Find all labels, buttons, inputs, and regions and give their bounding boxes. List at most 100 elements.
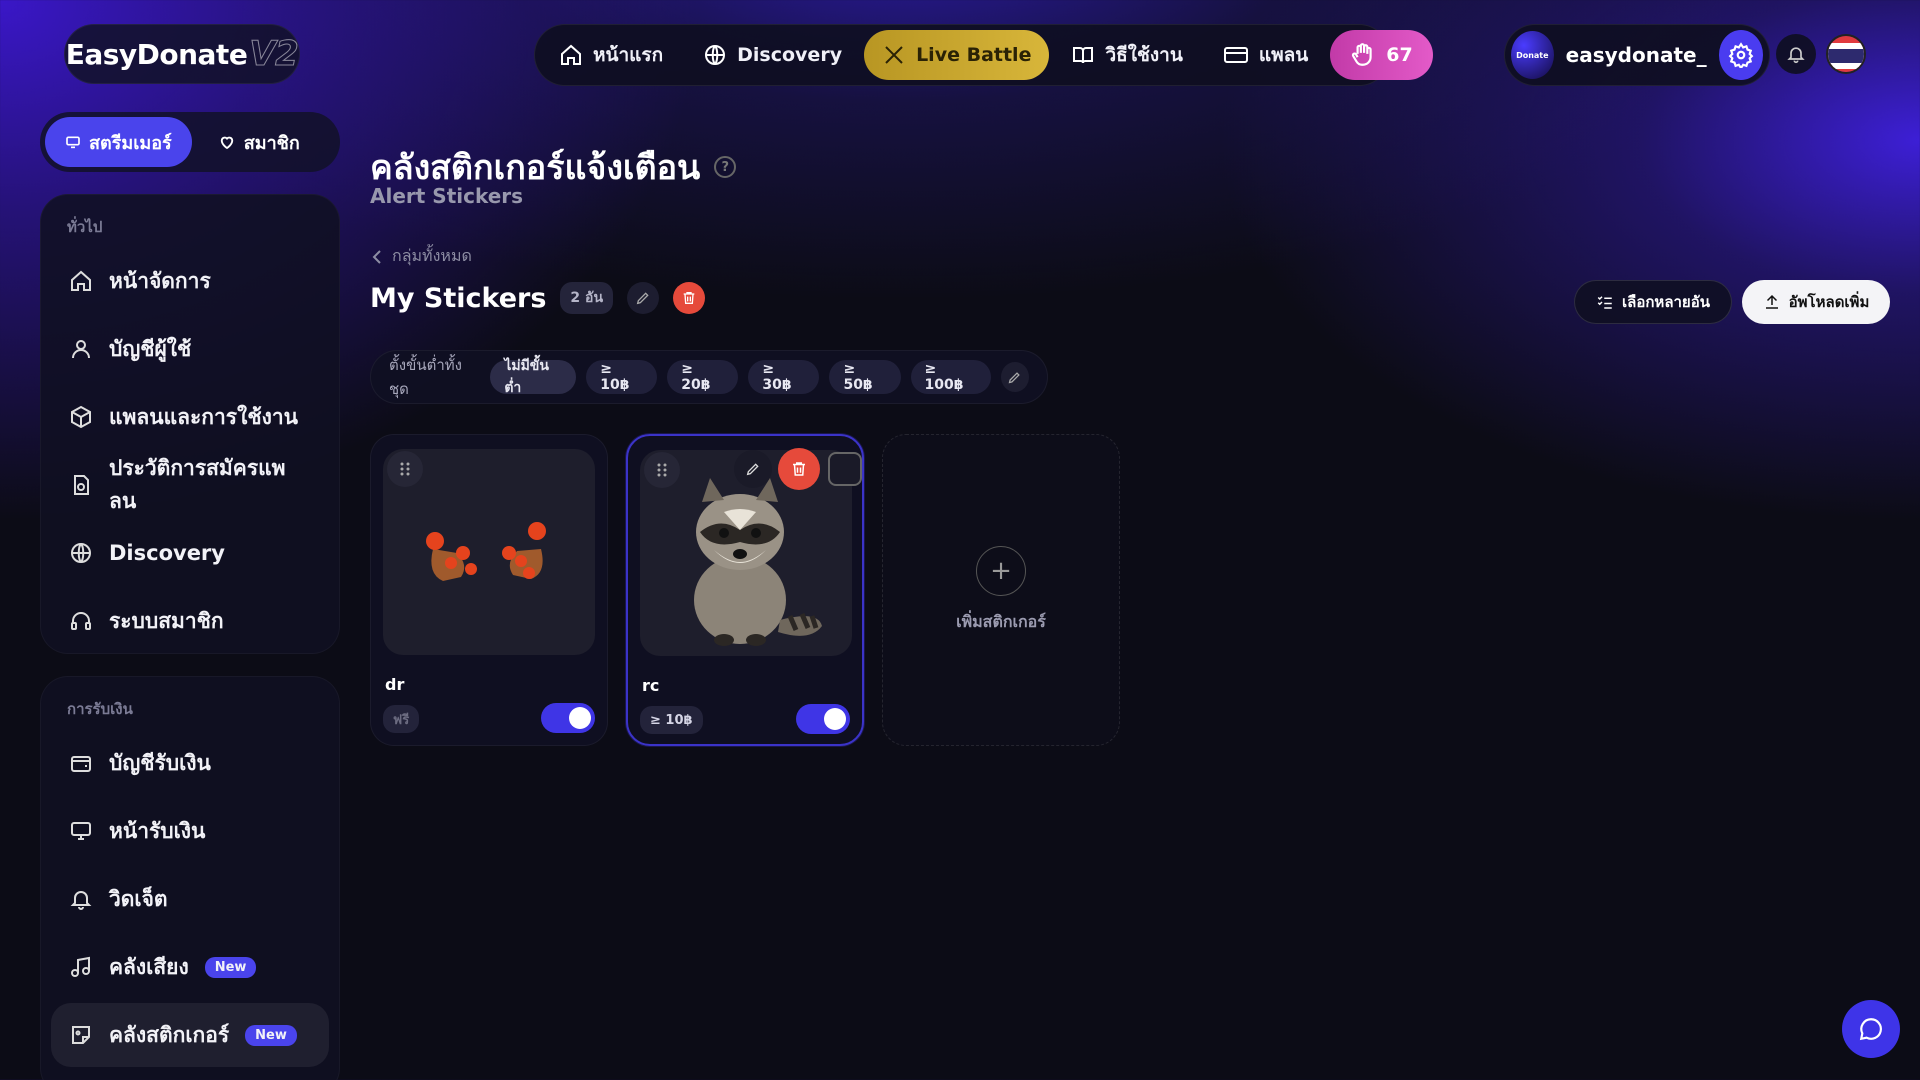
globe-icon: [69, 541, 93, 565]
help-icon[interactable]: ?: [714, 156, 737, 178]
home-icon: [69, 269, 93, 293]
sidebar-item-membership[interactable]: ระบบสมาชิก: [51, 589, 329, 653]
chip-min-100[interactable]: ≥ 100฿: [910, 360, 991, 394]
chip-min-20[interactable]: ≥ 20฿: [667, 360, 739, 394]
globe-icon: [703, 43, 727, 67]
sticker-card[interactable]: rc ≥ 10฿: [626, 434, 864, 746]
sidebar-item-plan-history[interactable]: ประวัติการสมัครแพลน: [51, 453, 329, 517]
monitor-icon: [65, 134, 81, 150]
nav-hand-counter[interactable]: 67: [1330, 30, 1433, 80]
sidebar-item-sticker-library[interactable]: คลังสติกเกอร์ New: [51, 1003, 329, 1067]
chip-min-10[interactable]: ≥ 10฿: [586, 360, 658, 394]
monitor-icon: [69, 819, 93, 843]
delete-sticker-button[interactable]: [778, 448, 820, 490]
notifications-button[interactable]: [1776, 34, 1816, 74]
sticker-name: rc: [642, 676, 660, 695]
settings-button[interactable]: [1718, 30, 1763, 80]
select-sticker-checkbox[interactable]: [828, 452, 862, 486]
sticker-enabled-toggle[interactable]: [796, 704, 850, 734]
chip-min-50[interactable]: ≥ 50฿: [829, 360, 901, 394]
role-member-button[interactable]: สมาชิก: [198, 117, 320, 167]
add-sticker-card[interactable]: + เพิ่มสติกเกอร์: [882, 434, 1120, 746]
nav-howto[interactable]: วิธีใช้งาน: [1053, 30, 1200, 80]
delete-group-button[interactable]: [673, 282, 706, 314]
sidebar-item-label: Discovery: [109, 541, 225, 565]
sticker-enabled-toggle[interactable]: [541, 703, 595, 733]
new-badge: New: [204, 956, 257, 978]
toggle-knob: [569, 707, 591, 729]
chip-no-minimum[interactable]: ไม่มีขั้นต่ำ: [490, 358, 577, 396]
plus-icon: +: [976, 545, 1026, 596]
sidebar-item-plans[interactable]: แพลนและการใช้งาน: [51, 385, 329, 449]
cube-icon: [69, 405, 93, 429]
nav-live-battle[interactable]: Live Battle: [864, 30, 1050, 80]
pencil-icon: [745, 461, 761, 477]
sticker-card[interactable]: dr ฟรี: [370, 434, 608, 746]
group-count-badge: 2 อัน: [560, 282, 614, 314]
select-multiple-button[interactable]: เลือกหลายอัน: [1574, 280, 1732, 324]
select-multiple-label: เลือกหลายอัน: [1622, 293, 1710, 311]
wallet-icon: [69, 751, 93, 775]
grip-dots-icon: [656, 462, 668, 478]
chat-bubble-icon: [1858, 1016, 1884, 1042]
nav-plan[interactable]: แพลน: [1205, 30, 1326, 80]
sidebar-item-sound-library[interactable]: คลังเสียง New: [51, 935, 329, 999]
sidebar-item-dashboard[interactable]: หน้าจัดการ: [51, 249, 329, 313]
upload-more-button[interactable]: อัพโหลดเพิ่ม: [1742, 280, 1890, 324]
sticker-price-badge[interactable]: ≥ 10฿: [640, 706, 703, 734]
headset-icon: [69, 609, 93, 633]
sidebar-item-label: คลังสติกเกอร์: [109, 1022, 230, 1047]
home-icon: [559, 43, 583, 67]
chat-support-button[interactable]: [1842, 1000, 1900, 1058]
sidebar-item-label: คลังเสียง: [109, 954, 189, 979]
group-header: My Stickers 2 อัน: [370, 282, 706, 314]
sidebar-item-label: บัญชีผู้ใช้: [109, 336, 192, 361]
language-flag-button[interactable]: [1826, 34, 1866, 74]
min-amount-filter-bar: ตั้งขั้นต่ำทั้งชุด ไม่มีขั้นต่ำ ≥ 10฿ ≥ …: [370, 350, 1048, 404]
drag-handle[interactable]: [644, 452, 680, 488]
sticker-price-badge[interactable]: ฟรี: [383, 705, 420, 733]
sidebar-payment: การรับเงิน บัญชีรับเงิน หน้ารับเงิน วิดเ…: [40, 676, 340, 1080]
app-logo[interactable]: EasyDonate V2: [64, 24, 300, 84]
nav-home[interactable]: หน้าแรก: [541, 30, 681, 80]
sidebar-item-label: หน้ารับเงิน: [109, 818, 206, 843]
back-link-label: กลุ่มทั้งหมด: [392, 246, 472, 265]
logo-text: EasyDonate: [65, 37, 248, 71]
back-to-all-groups-link[interactable]: กลุ่มทั้งหมด: [372, 244, 472, 269]
pencil-icon: [1007, 370, 1022, 385]
drag-handle[interactable]: [387, 451, 423, 487]
sidebar-item-label: ประวัติการสมัครแพลน: [109, 456, 286, 513]
sidebar-item-payout-account[interactable]: บัญชีรับเงิน: [51, 731, 329, 795]
edit-sticker-button[interactable]: [734, 450, 772, 488]
role-streamer-button[interactable]: สตรีมเมอร์: [45, 117, 192, 167]
sidebar-item-account[interactable]: บัญชีผู้ใช้: [51, 317, 329, 381]
edit-group-button[interactable]: [627, 282, 660, 314]
sidebar-item-label: วิดเจ็ต: [109, 886, 168, 911]
sidebar-item-widgets[interactable]: วิดเจ็ต: [51, 867, 329, 931]
sidebar-item-label: แพลนและการใช้งาน: [109, 404, 298, 429]
grip-dots-icon: [399, 461, 411, 477]
sidebar-general-heading: ทั่วไป: [67, 218, 103, 236]
group-title: My Stickers: [370, 282, 547, 314]
pencil-icon: [635, 290, 651, 306]
user-menu[interactable]: Donate easydonate_: [1504, 24, 1770, 86]
edit-filter-button[interactable]: [1000, 362, 1029, 392]
avatar: Donate: [1511, 31, 1554, 79]
filter-label: ตั้งขั้นต่ำทั้งชุด: [389, 356, 462, 398]
nav-discovery-label: Discovery: [737, 44, 843, 66]
card-icon: [1223, 43, 1249, 67]
toggle-knob: [824, 708, 846, 730]
sidebar-item-discovery[interactable]: Discovery: [51, 521, 329, 585]
sidebar-item-donation-page[interactable]: หน้ารับเงิน: [51, 799, 329, 863]
username: easydonate_: [1565, 43, 1707, 67]
page-subtitle: Alert Stickers: [370, 184, 524, 208]
role-member-label: สมาชิก: [243, 132, 300, 154]
chevron-left-icon: [372, 249, 382, 264]
trash-icon: [790, 460, 808, 478]
trash-icon: [681, 290, 697, 306]
upload-more-label: อัพโหลดเพิ่ม: [1788, 293, 1870, 311]
sidebar-item-label: ระบบสมาชิก: [109, 608, 224, 633]
history-icon: [69, 473, 93, 497]
chip-min-30[interactable]: ≥ 30฿: [748, 360, 820, 394]
nav-discovery[interactable]: Discovery: [685, 30, 860, 80]
